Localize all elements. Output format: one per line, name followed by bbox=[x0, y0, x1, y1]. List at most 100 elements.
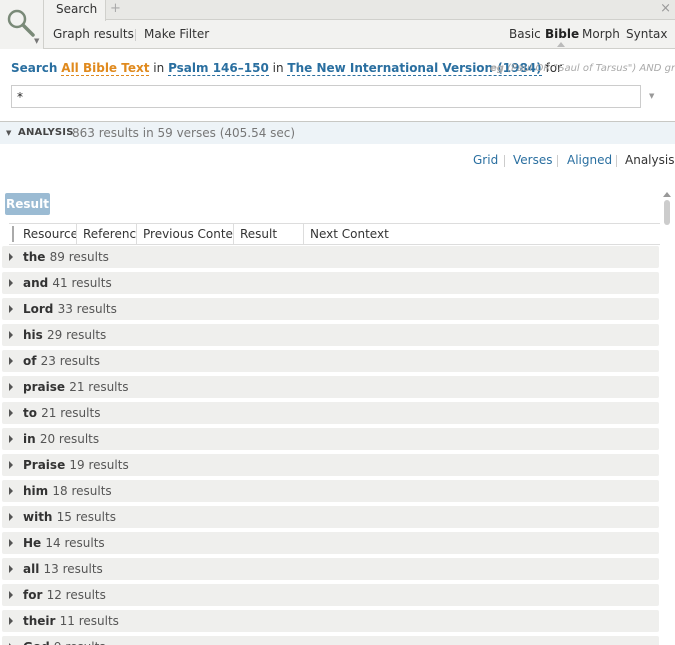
mode-bible[interactable]: Bible bbox=[545, 27, 579, 41]
result-group-row[interactable]: in 20 results bbox=[2, 428, 659, 450]
expand-arrow-icon[interactable] bbox=[9, 357, 13, 365]
expand-arrow-icon[interactable] bbox=[9, 305, 13, 313]
expand-arrow-icon[interactable] bbox=[9, 617, 13, 625]
group-word: to bbox=[23, 406, 37, 420]
group-count: 14 results bbox=[45, 536, 105, 550]
result-group-row[interactable]: the 89 results bbox=[2, 246, 659, 268]
group-label: praise 21 results bbox=[23, 380, 128, 394]
expand-arrow-icon[interactable] bbox=[9, 591, 13, 599]
group-label: him 18 results bbox=[23, 484, 112, 498]
expand-arrow-icon[interactable] bbox=[9, 383, 13, 391]
group-word: him bbox=[23, 484, 49, 498]
result-group-row[interactable]: Lord 33 results bbox=[2, 298, 659, 320]
mode-basic[interactable]: Basic bbox=[509, 27, 541, 41]
result-group-row[interactable]: praise 21 results bbox=[2, 376, 659, 398]
view-divider bbox=[616, 155, 617, 167]
scrollbar-thumb[interactable] bbox=[664, 200, 670, 225]
analysis-label: ANALYSIS bbox=[18, 127, 74, 138]
group-word: praise bbox=[23, 380, 65, 394]
range-dropdown[interactable]: Psalm 146–150 bbox=[168, 61, 269, 76]
collapse-triangle-icon[interactable]: ▼ bbox=[6, 129, 11, 137]
column-result[interactable]: Result bbox=[234, 224, 304, 245]
tab-strip: Search + × bbox=[44, 0, 675, 21]
result-group-row[interactable]: with 15 results bbox=[2, 506, 659, 528]
view-grid[interactable]: Grid bbox=[473, 153, 498, 167]
group-label: for 12 results bbox=[23, 588, 106, 602]
result-group-row[interactable]: for 12 results bbox=[2, 584, 659, 606]
group-word: Lord bbox=[23, 302, 54, 316]
view-analysis[interactable]: Analysis bbox=[625, 153, 674, 167]
view-aligned[interactable]: Aligned bbox=[567, 153, 612, 167]
graph-results-button[interactable]: Graph results bbox=[53, 27, 134, 41]
search-description: Search All Bible Text in Psalm 146–150 i… bbox=[11, 61, 562, 76]
tab-search[interactable]: Search bbox=[44, 0, 106, 21]
in-label: in bbox=[272, 61, 284, 75]
group-word: God bbox=[23, 640, 50, 645]
group-word: and bbox=[23, 276, 49, 290]
group-count: 19 results bbox=[69, 458, 129, 472]
expand-arrow-icon[interactable] bbox=[9, 409, 13, 417]
view-verses[interactable]: Verses bbox=[513, 153, 552, 167]
group-word: He bbox=[23, 536, 42, 550]
group-label: the 89 results bbox=[23, 250, 109, 264]
expand-arrow-icon[interactable] bbox=[9, 253, 13, 261]
group-label: He 14 results bbox=[23, 536, 105, 550]
example-prefix: eg bbox=[490, 63, 504, 74]
result-group-row[interactable]: He 14 results bbox=[2, 532, 659, 554]
group-word: for bbox=[23, 588, 43, 602]
group-count: 29 results bbox=[47, 328, 107, 342]
group-count: 20 results bbox=[39, 432, 100, 446]
history-dropdown-icon[interactable]: ▼ bbox=[649, 92, 654, 100]
expand-arrow-icon[interactable] bbox=[9, 461, 13, 469]
result-group-row[interactable]: of 23 results bbox=[2, 350, 659, 372]
result-group-row[interactable]: all 13 results bbox=[2, 558, 659, 580]
mode-syntax[interactable]: Syntax bbox=[626, 27, 667, 41]
view-divider bbox=[504, 155, 505, 167]
group-count: 21 results bbox=[41, 406, 101, 420]
result-group-row[interactable]: and 41 results bbox=[2, 272, 659, 294]
group-label: of 23 results bbox=[23, 354, 100, 368]
example-query: (Paul OR "Saul of Tarsus") AND grace bbox=[507, 63, 675, 74]
close-icon[interactable]: × bbox=[660, 1, 671, 16]
group-count: 18 results bbox=[52, 484, 112, 498]
result-group-button[interactable]: Result bbox=[5, 193, 50, 215]
toolbar-divider bbox=[135, 29, 136, 41]
group-label: and 41 results bbox=[23, 276, 112, 290]
column-reference[interactable]: Reference bbox=[77, 224, 137, 245]
analysis-section-header[interactable]: ▼ ANALYSIS 863 results in 59 verses (405… bbox=[0, 122, 675, 144]
column-next-context[interactable]: Next Context bbox=[304, 224, 504, 245]
make-filter-button[interactable]: Make Filter bbox=[144, 27, 209, 41]
group-label: in 20 results bbox=[23, 432, 99, 446]
column-grip-icon[interactable] bbox=[12, 226, 14, 242]
group-label: all 13 results bbox=[23, 562, 103, 576]
group-word: in bbox=[23, 432, 36, 446]
result-group-row[interactable]: their 11 results bbox=[2, 610, 659, 632]
group-count: 41 results bbox=[52, 276, 112, 290]
group-word: all bbox=[23, 562, 40, 576]
result-group-row[interactable]: God 9 results bbox=[2, 636, 659, 645]
search-input[interactable] bbox=[11, 85, 641, 108]
column-previous-context[interactable]: Previous Context bbox=[137, 224, 234, 245]
result-group-row[interactable]: to 21 results bbox=[2, 402, 659, 424]
expand-arrow-icon[interactable] bbox=[9, 539, 13, 547]
expand-arrow-icon[interactable] bbox=[9, 565, 13, 573]
scroll-up-icon[interactable] bbox=[663, 192, 671, 197]
expand-arrow-icon[interactable] bbox=[9, 513, 13, 521]
add-tab-icon[interactable]: + bbox=[110, 1, 121, 16]
search-scope-dropdown[interactable]: All Bible Text bbox=[61, 61, 150, 76]
group-label: to 21 results bbox=[23, 406, 100, 420]
expand-arrow-icon[interactable] bbox=[9, 331, 13, 339]
chevron-down-icon: ▼ bbox=[34, 37, 40, 45]
magnifier-icon bbox=[7, 9, 35, 37]
mode-morph[interactable]: Morph bbox=[582, 27, 620, 41]
result-group-row[interactable]: Praise 19 results bbox=[2, 454, 659, 476]
group-count: 15 results bbox=[56, 510, 116, 524]
expand-arrow-icon[interactable] bbox=[9, 435, 13, 443]
result-group-row[interactable]: him 18 results bbox=[2, 480, 659, 502]
result-summary: 863 results in 59 verses (405.54 sec) bbox=[72, 126, 296, 140]
search-panel-menu[interactable]: ▼ bbox=[0, 0, 44, 49]
column-resource[interactable]: Resource bbox=[17, 224, 77, 245]
result-group-row[interactable]: his 29 results bbox=[2, 324, 659, 346]
expand-arrow-icon[interactable] bbox=[9, 487, 13, 495]
expand-arrow-icon[interactable] bbox=[9, 279, 13, 287]
